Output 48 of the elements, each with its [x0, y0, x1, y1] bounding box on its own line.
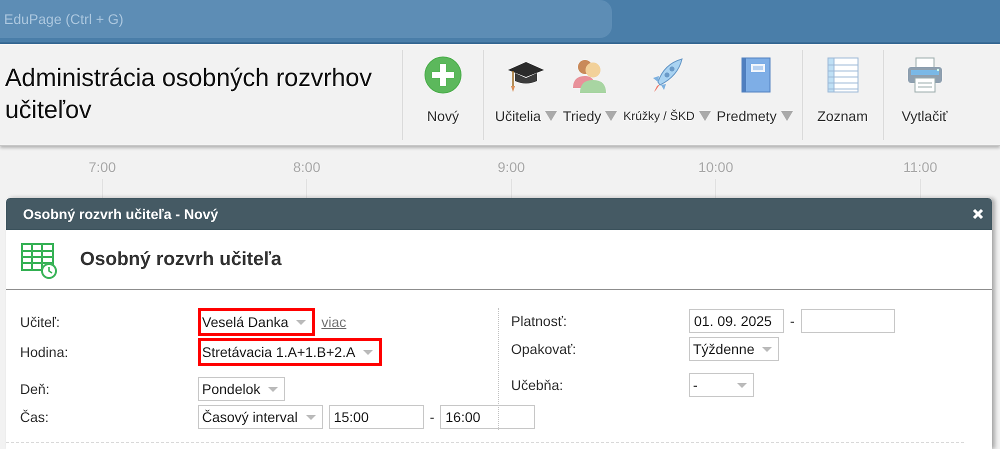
select-field[interactable]: Týždenne [689, 337, 780, 361]
field-label: Učebňa: [511, 377, 564, 393]
time-label: 7:00 [88, 159, 116, 177]
time-label: 11:00 [903, 159, 938, 177]
field-label: Platnosť: [511, 313, 568, 329]
input-field[interactable]: 01. 09. 2025 [689, 309, 784, 333]
search-field[interactable]: EduPage (Ctrl + G) [0, 0, 612, 38]
time-label: 10:00 [698, 159, 734, 177]
select-field[interactable]: Časový interval [198, 405, 323, 429]
timetable-icon [20, 240, 58, 278]
plus-icon [424, 56, 462, 94]
time-label: 8:00 [293, 159, 320, 177]
input-field[interactable]: 16:00 [440, 405, 536, 429]
menu-label: Učitelia [495, 108, 541, 124]
menu-label: Predmety [716, 108, 777, 124]
menu-button[interactable]: Krúžky / ŠKD [620, 50, 714, 140]
field-label: Hodina: [20, 344, 70, 360]
time-label: 9:00 [498, 159, 525, 177]
field-label: Opakovať: [511, 341, 578, 357]
page-title: Administrácia osobných rozvrhov učiteľov [4, 63, 373, 126]
select-field[interactable]: Veselá Danka [198, 308, 316, 336]
menu-button[interactable]: Predmety [714, 50, 796, 140]
caret-icon [780, 111, 793, 121]
toolbar-button[interactable]: Vytlačiť [884, 50, 966, 140]
range-separator: - [430, 409, 434, 425]
field-label: Učiteľ: [20, 314, 61, 330]
select-field[interactable]: - [689, 373, 754, 397]
dialog-title: Osobný rozvrh učiteľa - Nový [23, 206, 218, 222]
field-label: Čas: [20, 409, 50, 425]
close-icon[interactable] [972, 208, 984, 220]
menu-label: Krúžky / ŠKD [623, 109, 695, 123]
menu-label: Triedy [562, 108, 602, 124]
input-field[interactable]: 15:00 [328, 405, 424, 429]
toolbar-button[interactable]: Nový [403, 50, 483, 140]
toolbar-button[interactable]: Zoznam [802, 50, 883, 140]
select-field[interactable]: Stretávacia 1.A+1.B+2.A [198, 338, 382, 366]
caret-icon [698, 111, 711, 121]
caret-icon [544, 111, 557, 121]
menu-button[interactable]: Učitelia [492, 50, 560, 140]
select-field[interactable]: Pondelok [198, 377, 286, 401]
printer-icon [906, 56, 944, 94]
field-label: Deň: [20, 381, 51, 397]
input-field[interactable] [800, 309, 895, 333]
dialog-heading: Osobný rozvrh učiteľa [80, 248, 282, 270]
range-separator: - [790, 313, 795, 329]
menu-button[interactable]: Triedy [560, 50, 620, 140]
more-link[interactable]: viac [321, 314, 346, 330]
caret-icon [605, 111, 618, 121]
